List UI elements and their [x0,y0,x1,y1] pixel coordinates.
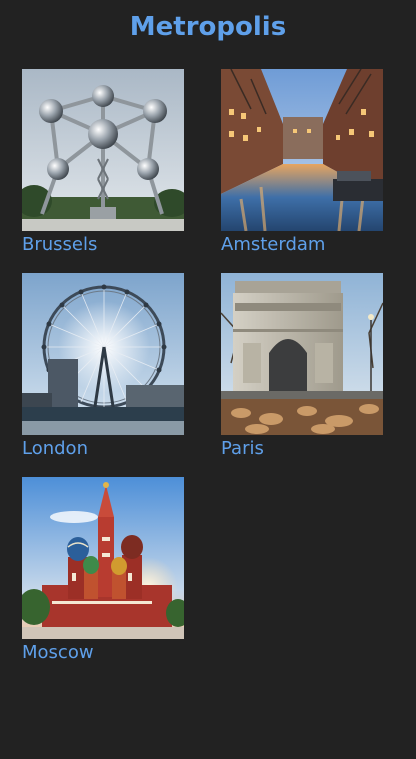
city-label: Amsterdam [221,234,326,255]
city-tile-moscow[interactable]: Moscow [22,477,184,665]
city-tile-london[interactable]: London [22,273,184,461]
city-label: Moscow [22,642,94,663]
city-label: Brussels [22,234,98,255]
canal-photo [221,69,383,231]
city-tile-brussels[interactable]: Brussels [22,69,184,257]
london-eye-photo [22,273,184,435]
city-tile-paris[interactable]: Paris [221,273,383,461]
app-title: Metropolis [129,12,287,42]
arc-de-triomphe-photo [221,273,383,435]
city-label: Paris [221,438,264,459]
atomium-photo [22,69,184,231]
st-basils-cathedral-photo [22,477,184,639]
city-label: London [22,438,88,459]
city-tile-amsterdam[interactable]: Amsterdam [221,69,383,257]
